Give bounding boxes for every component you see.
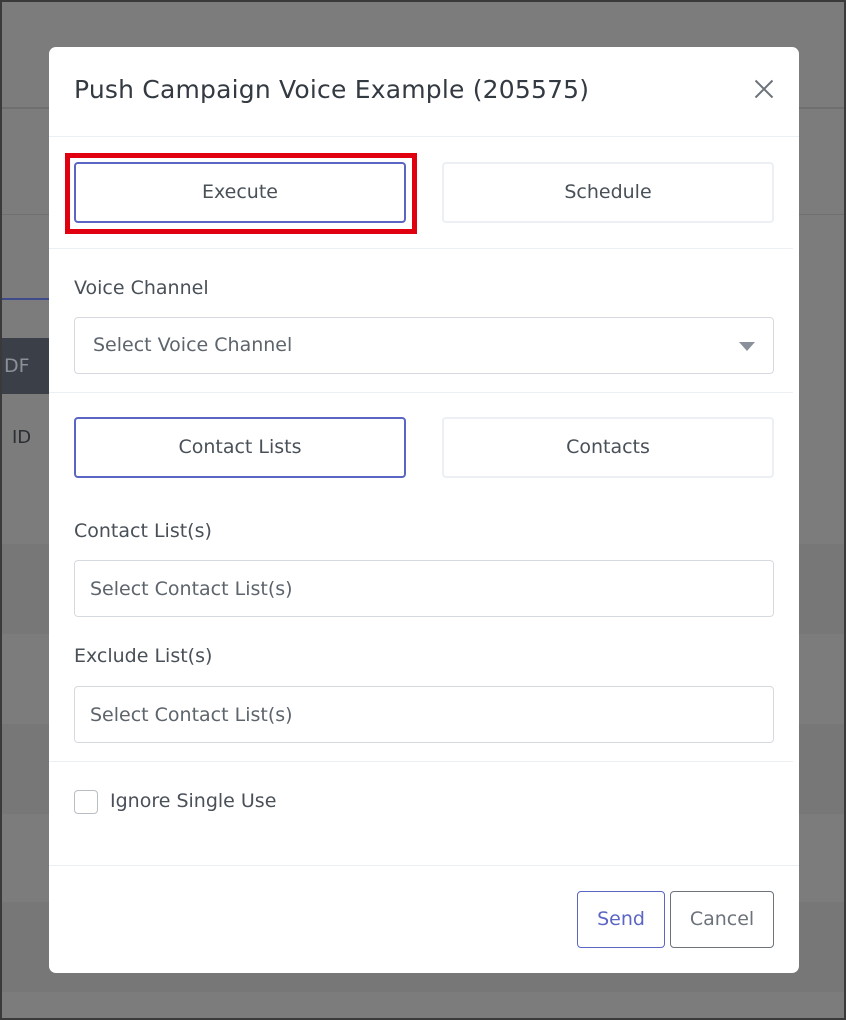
- contacts-button[interactable]: Contacts: [442, 417, 774, 478]
- voice-channel-placeholder: Select Voice Channel: [93, 334, 293, 356]
- exclude-lists-label: Exclude List(s): [74, 645, 213, 667]
- modal-header: Push Campaign Voice Example (205575): [49, 47, 799, 137]
- background-id-header: ID: [12, 427, 32, 448]
- close-icon[interactable]: [754, 79, 774, 99]
- voice-channel-label: Voice Channel: [74, 277, 209, 299]
- schedule-button[interactable]: Schedule: [442, 162, 774, 223]
- cancel-button[interactable]: Cancel: [670, 891, 774, 948]
- push-campaign-modal: Push Campaign Voice Example (205575) Exe…: [49, 47, 799, 973]
- contact-lists-input[interactable]: [74, 560, 774, 617]
- ignore-single-use-label[interactable]: Ignore Single Use: [110, 790, 276, 812]
- contact-lists-label: Contact List(s): [74, 520, 212, 542]
- ignore-single-use-checkbox[interactable]: [74, 790, 98, 814]
- background-tab-indicator: [2, 298, 50, 300]
- send-button[interactable]: Send: [577, 891, 665, 948]
- divider: [49, 761, 793, 762]
- background-pdf-button: DF: [2, 338, 50, 394]
- caret-down-icon: [739, 342, 755, 351]
- exclude-lists-input[interactable]: [74, 686, 774, 743]
- voice-channel-select[interactable]: Select Voice Channel: [74, 317, 774, 374]
- contact-lists-button[interactable]: Contact Lists: [74, 417, 406, 478]
- footer-divider: [49, 865, 799, 866]
- modal-title: Push Campaign Voice Example (205575): [74, 75, 590, 104]
- divider: [49, 248, 793, 249]
- execute-button[interactable]: Execute: [74, 162, 406, 223]
- divider: [49, 392, 793, 393]
